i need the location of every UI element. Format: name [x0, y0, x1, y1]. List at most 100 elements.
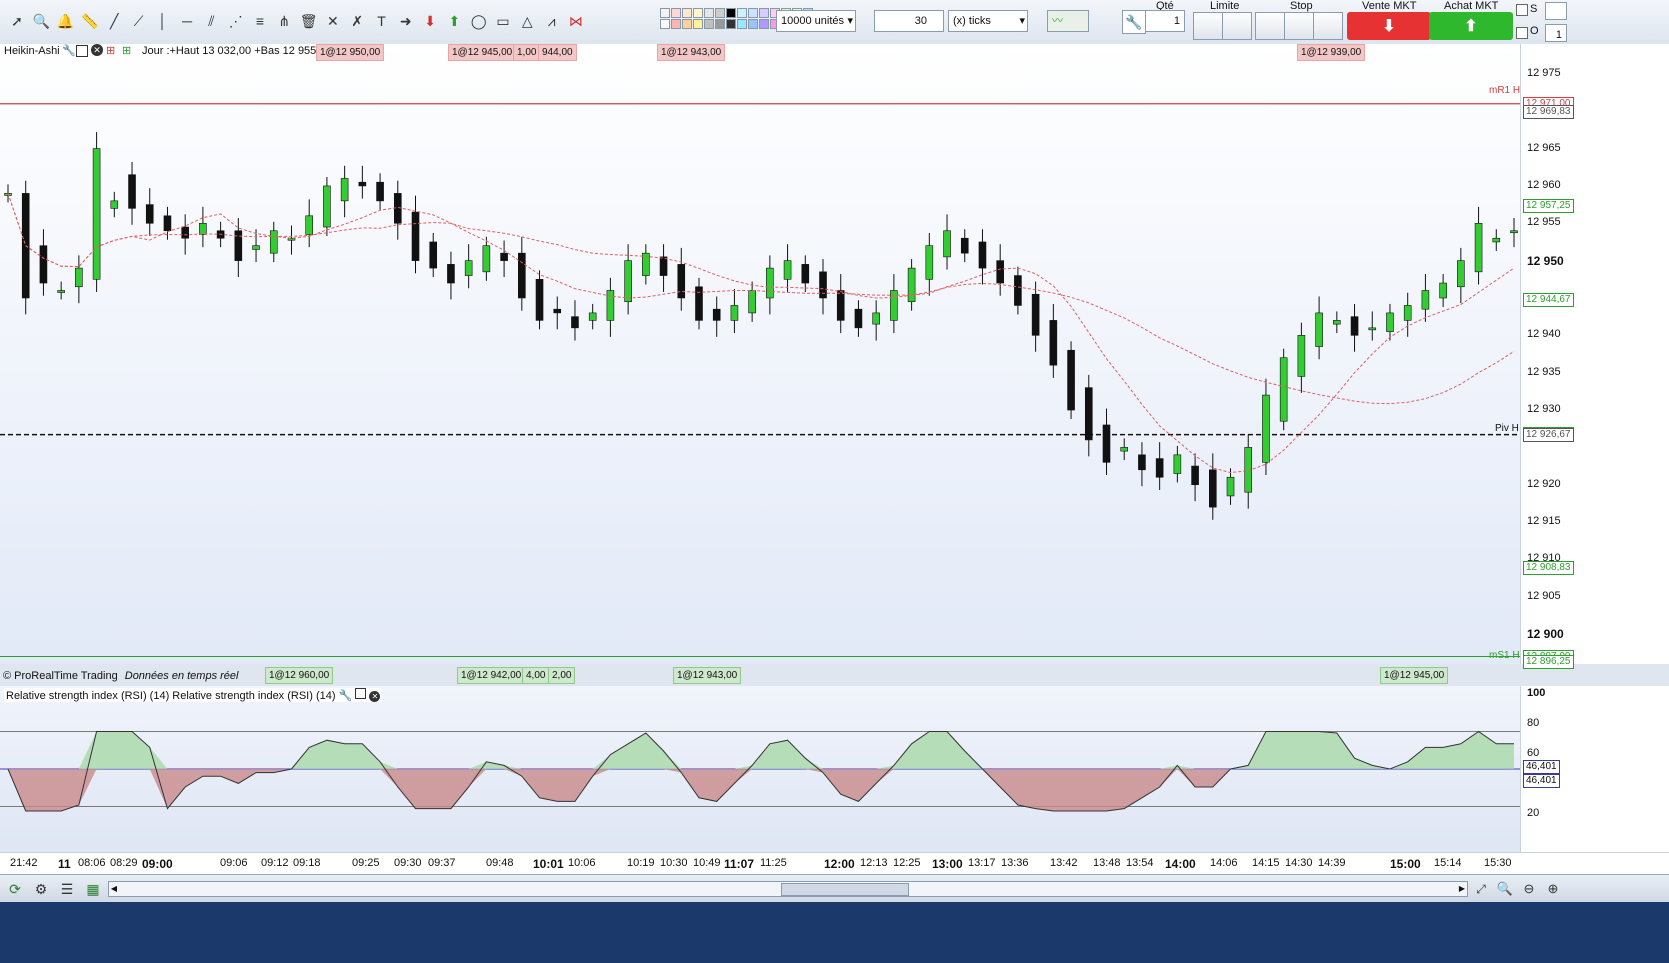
- autoscale-icon[interactable]: ⤢: [1470, 878, 1492, 900]
- zoom-in-icon[interactable]: ⊕: [1542, 878, 1564, 900]
- sell-marker-icon[interactable]: ⊞: [106, 44, 115, 57]
- zoom-icon[interactable]: 🔍: [30, 10, 52, 32]
- grid-icon[interactable]: ▦: [82, 878, 104, 900]
- list-icon[interactable]: ☰: [56, 878, 78, 900]
- refresh-icon[interactable]: ⟳: [4, 878, 26, 900]
- color-swatch[interactable]: [671, 19, 681, 29]
- trendline-icon[interactable]: ╱: [103, 10, 125, 32]
- buy-market-button[interactable]: ⬆: [1429, 12, 1513, 40]
- order-badge[interactable]: 944,00: [538, 44, 577, 61]
- close-icon[interactable]: ✕: [91, 44, 103, 56]
- order-badge[interactable]: 1@12 945,00: [1380, 667, 1449, 684]
- color-swatch[interactable]: [693, 19, 703, 29]
- color-swatch[interactable]: [737, 8, 747, 18]
- stop-limit-button[interactable]: [1313, 12, 1343, 40]
- pattern-icon[interactable]: ⋈: [565, 10, 587, 32]
- pitchfork-icon[interactable]: ⋔: [273, 10, 295, 32]
- wrench-icon[interactable]: 🔧: [1122, 10, 1146, 34]
- o-label: O: [1530, 25, 1539, 37]
- o-checkbox[interactable]: [1516, 27, 1528, 39]
- rsi-panel[interactable]: [0, 686, 1520, 852]
- candle: [234, 230, 243, 261]
- channel-icon[interactable]: ⫽: [200, 10, 222, 32]
- ray-icon[interactable]: ⟋: [128, 10, 150, 32]
- color-swatch[interactable]: [759, 8, 769, 18]
- delete-icon[interactable]: 🗑: [298, 10, 320, 32]
- color-swatch[interactable]: [704, 19, 714, 29]
- scrollbar-thumb[interactable]: [781, 883, 909, 896]
- rsi-value-label: 46,401: [1523, 774, 1560, 788]
- text-icon[interactable]: T: [371, 10, 393, 32]
- cursor-icon[interactable]: ➚: [6, 10, 28, 32]
- zoom-fit-icon[interactable]: 🔍: [1494, 878, 1516, 900]
- order-badge[interactable]: 1,00: [513, 44, 541, 61]
- qty-input[interactable]: 1: [1145, 10, 1185, 32]
- quantity-units-select[interactable]: 10000 unités ▾: [776, 10, 856, 32]
- color-swatch[interactable]: [748, 8, 758, 18]
- color-swatch[interactable]: [682, 19, 692, 29]
- zigzag-icon[interactable]: ⩘: [541, 10, 563, 32]
- buy-marker-icon[interactable]: ⊞: [122, 44, 131, 57]
- order-badge[interactable]: 1@12 950,00: [316, 44, 385, 61]
- cross-icon[interactable]: ✕: [322, 10, 344, 32]
- color-swatch[interactable]: [748, 19, 758, 29]
- limit-sell-button[interactable]: [1222, 12, 1252, 40]
- color-swatch[interactable]: [737, 19, 747, 29]
- scroll-left-icon[interactable]: ◀: [109, 882, 119, 896]
- ticks-stepper[interactable]: 30: [874, 10, 944, 32]
- order-badge[interactable]: 1@12 942,00: [457, 667, 526, 684]
- color-swatch[interactable]: [715, 8, 725, 18]
- horizontal-line-icon[interactable]: ─: [176, 10, 198, 32]
- triangle-icon[interactable]: △: [516, 10, 538, 32]
- color-swatch[interactable]: [704, 8, 714, 18]
- indicator-button[interactable]: 〰: [1047, 10, 1089, 32]
- arrow-down-icon[interactable]: ⬇: [419, 10, 441, 32]
- arrow-right-icon[interactable]: ➜: [395, 10, 417, 32]
- arrow-up-icon[interactable]: ⬆: [443, 10, 465, 32]
- maximize-icon[interactable]: [76, 45, 88, 57]
- color-swatch[interactable]: [715, 19, 725, 29]
- color-swatch[interactable]: [759, 19, 769, 29]
- search-settings-icon[interactable]: ⚙: [30, 878, 52, 900]
- color-swatch[interactable]: [660, 8, 670, 18]
- wrench-icon[interactable]: 🔧: [339, 690, 353, 702]
- cross-alt-icon[interactable]: ✗: [346, 10, 368, 32]
- maximize-icon[interactable]: [355, 688, 367, 699]
- sell-market-button[interactable]: ⬇: [1347, 12, 1431, 40]
- order-badge[interactable]: 1@12 960,00: [265, 667, 334, 684]
- order-badge[interactable]: 1@12 943,00: [673, 667, 742, 684]
- color-swatch[interactable]: [726, 19, 736, 29]
- order-badge[interactable]: 1@12 945,00: [448, 44, 517, 61]
- order-badge[interactable]: 4,00: [522, 667, 550, 684]
- rectangle-icon[interactable]: ▭: [492, 10, 514, 32]
- zoom-out-icon[interactable]: ⊖: [1518, 878, 1540, 900]
- ticks-unit-select[interactable]: (x) ticks ▾: [948, 10, 1028, 32]
- alert-bell-icon[interactable]: 🔔: [55, 10, 77, 32]
- price-axis[interactable]: 12 975 12 965 12 960 12 955 12 950 12 940 12 9…: [1520, 44, 1669, 670]
- close-icon[interactable]: ✕: [369, 691, 381, 702]
- order-badge[interactable]: 1@12 939,00: [1297, 44, 1366, 61]
- color-swatch[interactable]: [693, 8, 703, 18]
- fan-icon[interactable]: ⋰: [225, 10, 247, 32]
- vertical-line-icon[interactable]: │: [152, 10, 174, 32]
- scroll-right-icon[interactable]: ▶: [1457, 882, 1467, 896]
- color-swatch[interactable]: [660, 19, 670, 29]
- s-input[interactable]: [1545, 2, 1567, 20]
- color-swatch[interactable]: [682, 8, 692, 18]
- color-swatch[interactable]: [726, 8, 736, 18]
- stop-sell-button[interactable]: [1284, 12, 1314, 40]
- o-input[interactable]: 1: [1545, 24, 1567, 42]
- price-chart[interactable]: [0, 44, 1520, 664]
- time-axis[interactable]: 21:42 11 08:06 08:29 09:00 09:06 09:12 09:18 09:…: [0, 852, 1669, 875]
- ruler-icon[interactable]: 📏: [79, 10, 101, 32]
- order-badge[interactable]: 1@12 943,00: [657, 44, 726, 61]
- s-checkbox[interactable]: [1516, 4, 1528, 16]
- order-badge[interactable]: 2,00: [548, 667, 576, 684]
- stop-buy-button[interactable]: [1255, 12, 1285, 40]
- ellipse-icon[interactable]: ◯: [468, 10, 490, 32]
- limit-buy-button[interactable]: [1193, 12, 1223, 40]
- color-swatch[interactable]: [671, 8, 681, 18]
- horizontal-scrollbar[interactable]: ◀ ▶: [108, 881, 1468, 897]
- fibonacci-icon[interactable]: ≡: [249, 10, 271, 32]
- wrench-icon[interactable]: 🔧: [62, 44, 76, 57]
